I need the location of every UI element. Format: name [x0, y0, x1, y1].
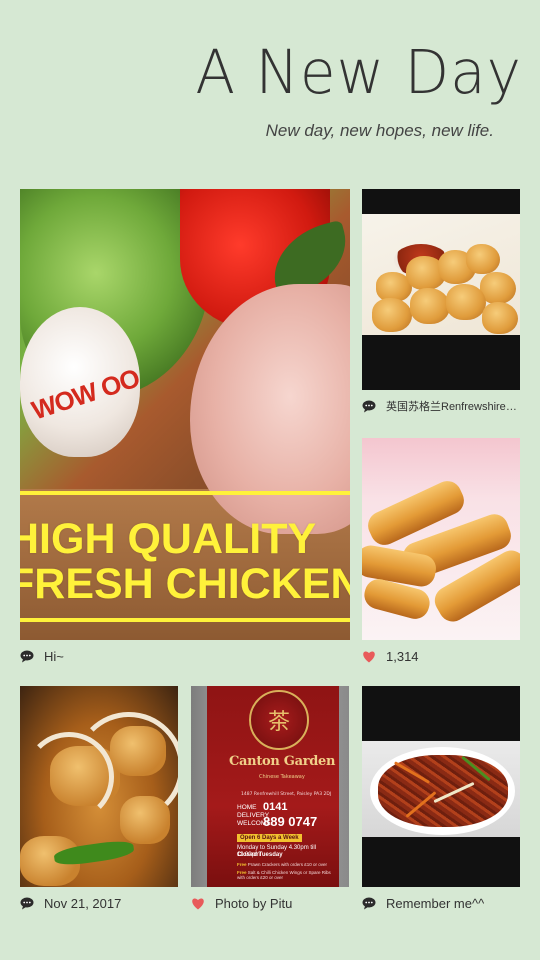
tile-caption: Photo by Pitu — [191, 896, 351, 911]
onion-ring — [74, 712, 178, 822]
menu-card: 茶 Canton Garden Chinese Takeaway 1487 Re… — [207, 686, 339, 887]
nugget — [482, 302, 518, 334]
menu-phone-area: 0141 — [263, 801, 288, 813]
photo-tile-shredded-beef[interactable] — [362, 686, 520, 887]
photo-tile-chicken-peppers[interactable] — [20, 686, 178, 887]
ad-band-bottom — [20, 618, 350, 622]
heart-icon[interactable] — [191, 897, 205, 911]
heart-icon[interactable] — [362, 650, 376, 664]
tile-caption: 1,314 — [362, 649, 522, 664]
photo-tile-canton-garden-menu[interactable]: 茶 Canton Garden Chinese Takeaway 1487 Re… — [191, 686, 349, 887]
caption-text: Remember me^^ — [386, 896, 485, 911]
comment-icon — [362, 897, 376, 911]
comment-icon — [20, 897, 34, 911]
tile-caption: Remember me^^ — [362, 896, 522, 911]
menu-phone-number: 889 0747 — [263, 814, 318, 829]
menu-open-label: Open 6 Days a Week — [237, 834, 302, 842]
nugget — [410, 288, 450, 324]
page-title: A New Day — [195, 36, 522, 108]
ad-line-2: FRESH CHICKEN — [20, 560, 350, 608]
ad-line-1: HIGH QUALITY — [20, 515, 317, 563]
menu-offer-1: Free Prawn Crackers with orders £10 or o… — [237, 862, 328, 867]
caption-date: Nov 21, 2017 — [44, 896, 122, 911]
menu-cuisine: Chinese Takeaway — [259, 774, 305, 780]
photo-credit: Photo by Pitu — [215, 896, 293, 911]
like-count: 1,314 — [386, 649, 419, 664]
nugget — [466, 244, 500, 274]
popcorn-chicken-image — [362, 214, 520, 335]
photo-tile-popcorn-chicken[interactable] — [362, 189, 520, 390]
comment-icon — [20, 650, 34, 664]
comment-icon — [362, 399, 376, 413]
chicken-breast-graphic — [190, 284, 350, 534]
caption-text: Hi~ — [44, 649, 64, 664]
menu-offer-2: Free Salt & Chilli Chicken Wings or Spar… — [237, 870, 331, 880]
photo-tile-chicken-ad[interactable]: WOW OO HIGH QUALITY FRESH CHICKEN — [20, 189, 350, 640]
menu-brand: Canton Garden — [229, 754, 336, 769]
nugget — [446, 284, 486, 320]
photo-tile-spring-rolls[interactable] — [362, 438, 520, 640]
menu-closed-day: Closed Tuesday — [237, 852, 283, 858]
menu-address: 1487 Renfrewhill Street, Paisley PA3 2DJ — [241, 792, 332, 797]
menu-home-delivery: HOME DELIVERY WELCOME — [237, 804, 271, 827]
tile-caption: 英国苏格兰RenfrewshireGreenl… — [362, 398, 522, 414]
tile-caption: Nov 21, 2017 — [20, 896, 180, 911]
ad-band-top — [20, 491, 350, 495]
canton-garden-logo: 茶 — [249, 690, 309, 750]
caption-text: 英国苏格兰RenfrewshireGreenl… — [386, 401, 522, 413]
tile-caption: Hi~ — [20, 649, 350, 664]
shredded-beef-image — [362, 741, 520, 837]
page-subtitle: New day, new hopes, new life. — [265, 121, 494, 140]
nugget — [372, 298, 412, 332]
